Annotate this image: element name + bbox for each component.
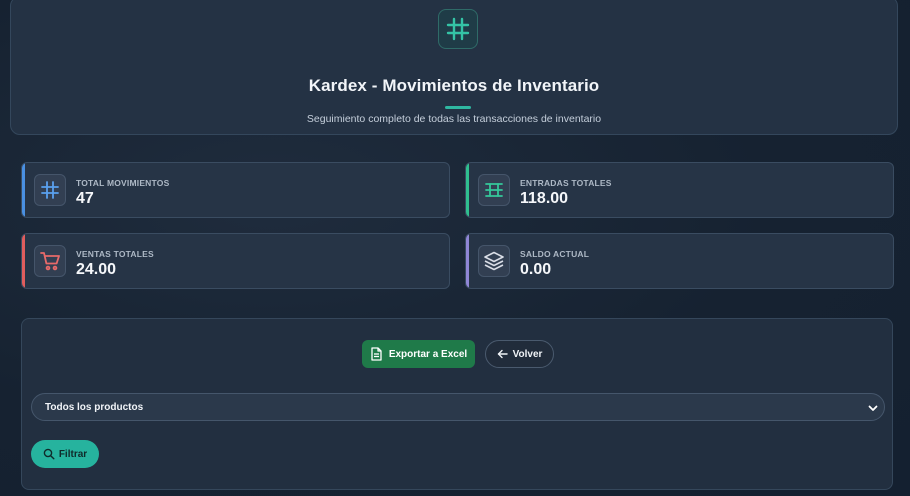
accent-bar bbox=[466, 163, 469, 217]
export-excel-label: Exportar a Excel bbox=[388, 348, 468, 360]
page-title: Kardex - Movimientos de Inventario bbox=[308, 76, 600, 95]
stat-label: ENTRADAS TOTALES bbox=[520, 178, 612, 188]
filter-label: Filtrar bbox=[58, 448, 88, 460]
grid-hash-icon bbox=[438, 9, 478, 49]
stat-value: 24.00 bbox=[76, 261, 117, 278]
product-select-value: Todos los productos bbox=[45, 402, 144, 413]
accent-bar bbox=[22, 163, 25, 217]
chevron-down-icon bbox=[868, 405, 878, 411]
stat-card-ventas-totales: VENTAS TOTALES 24.00 bbox=[21, 233, 450, 289]
stat-label: TOTAL MOVIMIENTOS bbox=[76, 178, 170, 188]
header-card: Kardex - Movimientos de Inventario Segui… bbox=[10, 0, 898, 135]
stat-label: SALDO ACTUAL bbox=[520, 249, 590, 259]
search-icon bbox=[43, 448, 55, 460]
accent-bar bbox=[22, 234, 25, 288]
table-rows-icon bbox=[478, 174, 510, 206]
export-excel-button[interactable]: Exportar a Excel bbox=[362, 340, 475, 368]
back-button[interactable]: Volver bbox=[485, 340, 554, 368]
page-subtitle: Seguimiento completo de todas las transa… bbox=[306, 113, 602, 125]
accent-bar bbox=[466, 234, 469, 288]
stat-value: 0.00 bbox=[520, 261, 552, 278]
shopping-cart-icon bbox=[34, 245, 66, 277]
filter-panel: Exportar a Excel Volver Todos los produc… bbox=[21, 318, 893, 490]
product-select[interactable]: Todos los productos bbox=[31, 393, 885, 421]
stat-card-entradas-totales: ENTRADAS TOTALES 118.00 bbox=[465, 162, 894, 218]
title-underline bbox=[445, 106, 471, 109]
grid-hash-icon bbox=[34, 174, 66, 206]
layers-stack-icon bbox=[478, 245, 510, 277]
stat-value: 118.00 bbox=[520, 190, 569, 207]
stat-card-saldo-actual: SALDO ACTUAL 0.00 bbox=[465, 233, 894, 289]
file-text-icon bbox=[371, 347, 382, 361]
back-label: Volver bbox=[512, 348, 543, 360]
stat-card-total-movimientos: TOTAL MOVIMIENTOS 47 bbox=[21, 162, 450, 218]
stat-value: 47 bbox=[76, 190, 94, 207]
stat-label: VENTAS TOTALES bbox=[76, 249, 154, 259]
arrow-left-icon bbox=[497, 349, 508, 359]
filter-button[interactable]: Filtrar bbox=[31, 440, 99, 468]
